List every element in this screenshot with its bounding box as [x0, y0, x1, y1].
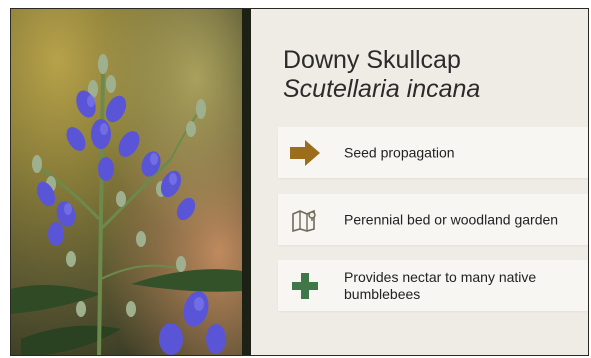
info-card-wildlife: Provides nectar to many native bumblebee…: [278, 260, 588, 311]
info-card-text: Provides nectar to many native bumblebee…: [344, 268, 537, 302]
content-panel: Downy Skullcap Scutellaria incana Seed p…: [251, 9, 588, 355]
photo-divider: [242, 9, 251, 355]
garden-map-icon: [288, 205, 322, 235]
scientific-name-title: Scutellaria incana: [283, 75, 481, 103]
title-block: Downy Skullcap Scutellaria incana: [283, 46, 480, 104]
common-name-title: Downy Skullcap: [283, 46, 461, 74]
info-card-text: Seed propagation: [344, 144, 455, 160]
info-card-propagation: Seed propagation: [278, 127, 588, 178]
plus-icon: [288, 271, 322, 301]
info-card-text: Perennial bed or woodland garden: [344, 211, 559, 227]
arrow-right-icon: [288, 138, 322, 168]
skullcap-flower-photo: [11, 9, 242, 355]
info-card-location: Perennial bed or woodland garden: [278, 194, 588, 245]
slide: Downy Skullcap Scutellaria incana Seed p…: [10, 8, 589, 356]
